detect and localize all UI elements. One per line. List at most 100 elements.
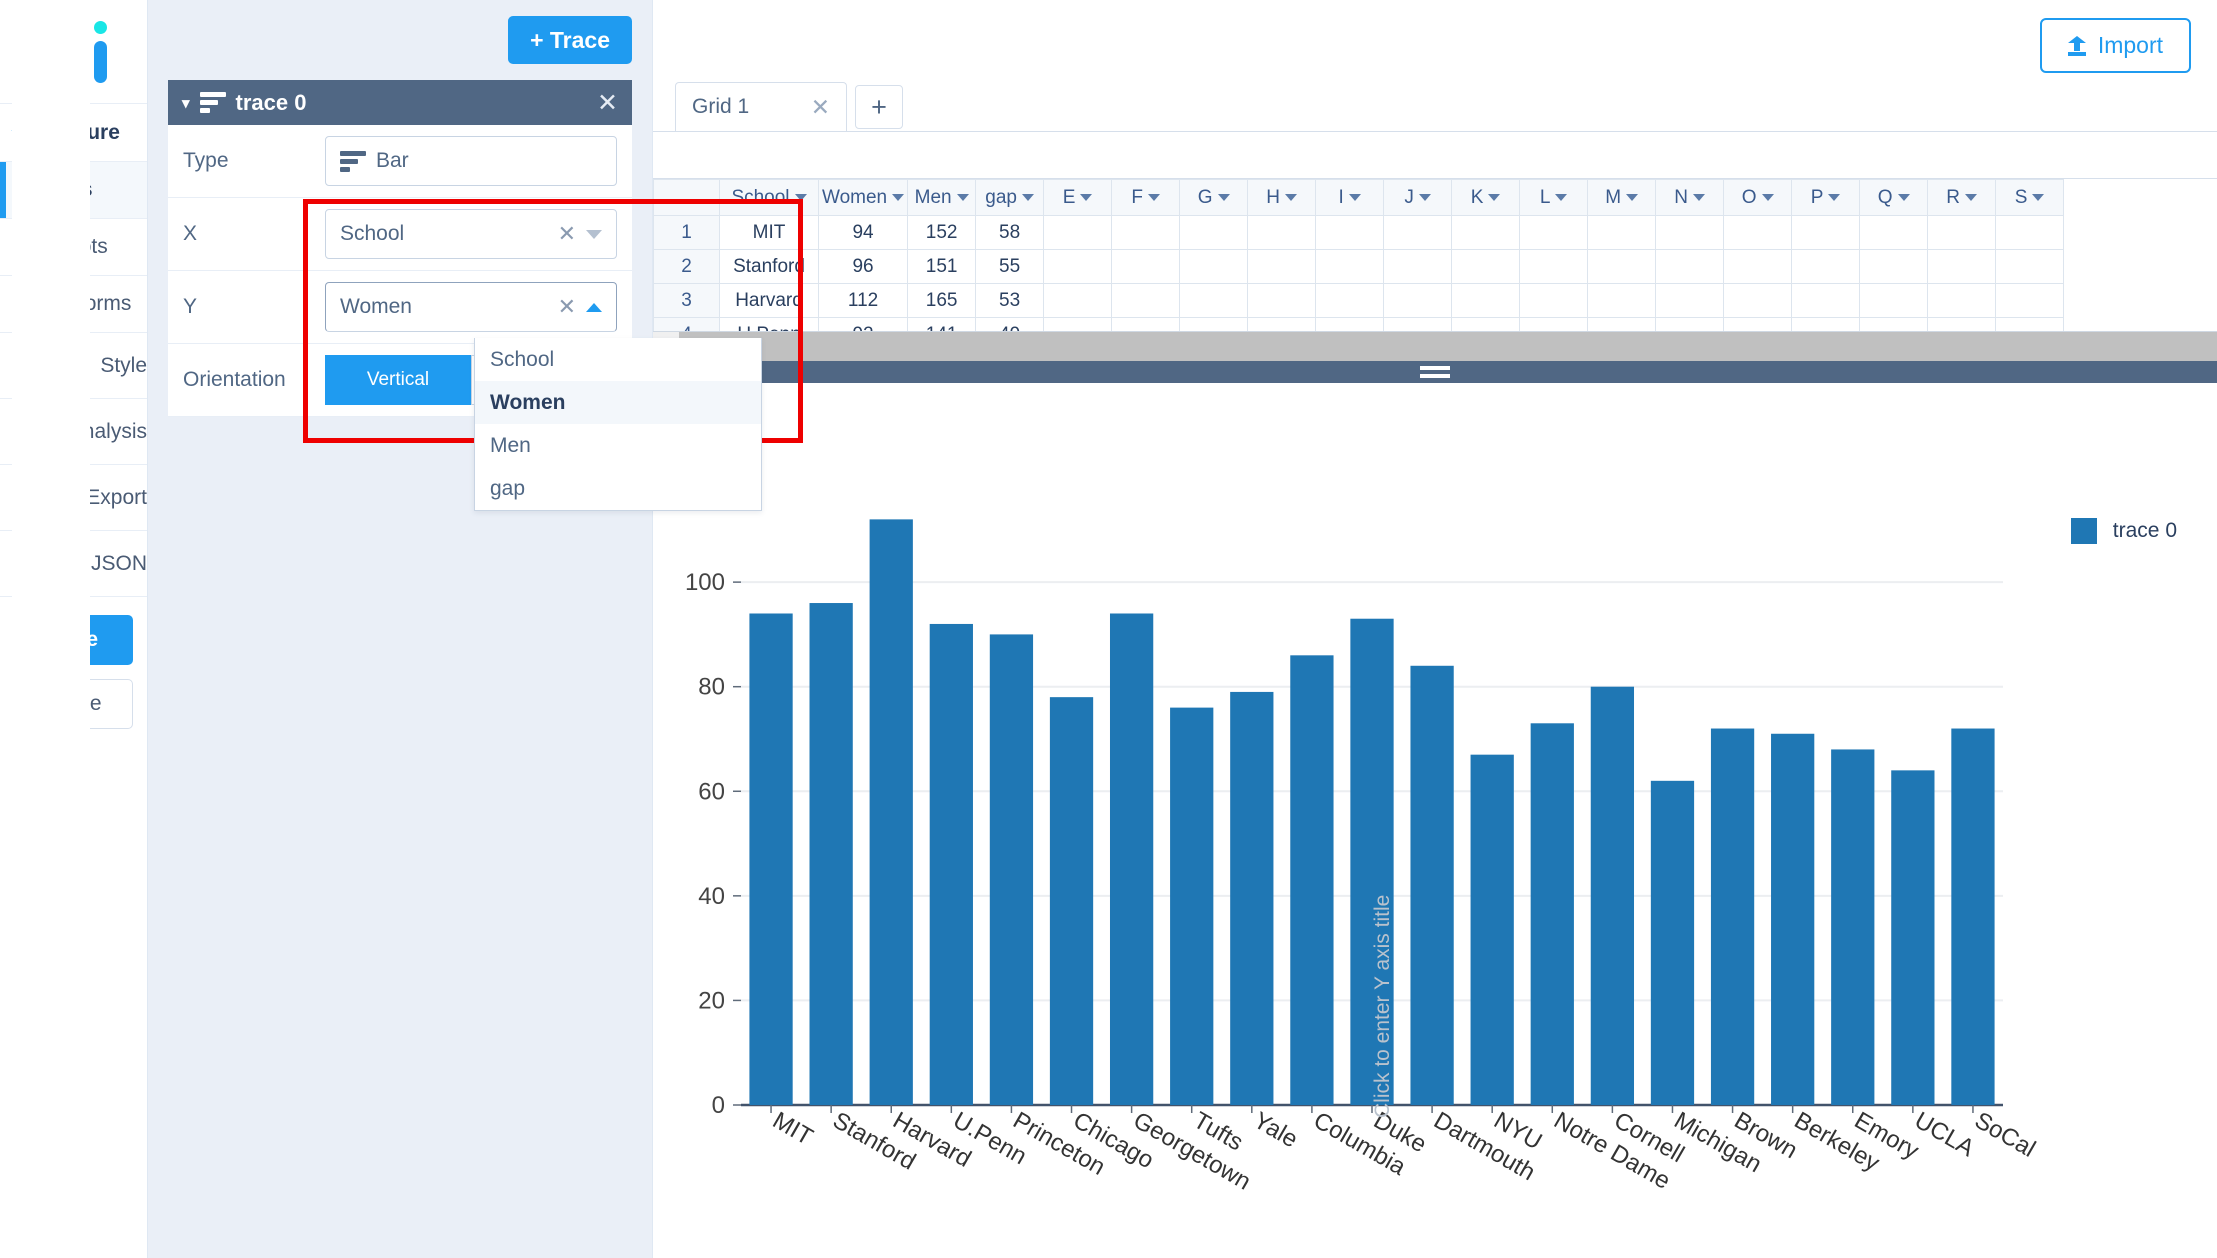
cell-empty[interactable]: [1655, 317, 1725, 331]
cell-empty[interactable]: [1111, 215, 1181, 250]
column-header-men[interactable]: Men: [907, 179, 977, 216]
table-row[interactable]: 2 Stanford 96 151 55: [653, 249, 2065, 284]
chevron-down-icon[interactable]: [1828, 194, 1841, 201]
column-header-school[interactable]: School: [719, 179, 819, 216]
cell-empty[interactable]: [1927, 317, 1997, 331]
chevron-down-icon[interactable]: [1964, 194, 1977, 201]
cell-empty[interactable]: [1995, 283, 2065, 318]
cell-empty[interactable]: [1859, 215, 1929, 250]
cell-empty[interactable]: [1723, 249, 1793, 284]
chevron-down-icon[interactable]: [1626, 194, 1639, 201]
y-dropdown-option-school[interactable]: School: [475, 338, 761, 381]
cell-empty[interactable]: [1995, 249, 2065, 284]
table-row[interactable]: 3 Harvard 112 165 53: [653, 283, 2065, 318]
chevron-down-icon[interactable]: [1488, 194, 1501, 201]
cell-empty[interactable]: [1519, 249, 1589, 284]
chevron-down-icon[interactable]: [1284, 194, 1297, 201]
column-header-g[interactable]: G: [1179, 179, 1249, 216]
cell-empty[interactable]: [1519, 317, 1589, 331]
add-trace-button[interactable]: + Trace: [508, 16, 632, 64]
cell-empty[interactable]: [1791, 283, 1861, 318]
cell-empty[interactable]: [1111, 283, 1181, 318]
y-axis-title[interactable]: Click to enter Y axis title: [1371, 895, 1395, 1118]
cell-men[interactable]: 141: [907, 317, 977, 331]
chevron-down-icon[interactable]: [1897, 194, 1910, 201]
cell-empty[interactable]: [1859, 249, 1929, 284]
column-header-l[interactable]: L: [1519, 179, 1589, 216]
cell-empty[interactable]: [1519, 215, 1589, 250]
chevron-down-icon[interactable]: [956, 194, 969, 201]
column-header-women[interactable]: Women: [817, 179, 909, 216]
orientation-option-vertical[interactable]: Vertical: [325, 355, 471, 405]
cell-school[interactable]: U.Penn: [719, 317, 819, 331]
cell-empty[interactable]: [1723, 283, 1793, 318]
chevron-down-icon[interactable]: ▾: [182, 94, 190, 112]
column-header-e[interactable]: E: [1043, 179, 1113, 216]
sidebar-group-json[interactable]: ❯ JSON: [0, 0, 147, 1193]
cell-empty[interactable]: [1179, 283, 1249, 318]
import-button[interactable]: Import: [2039, 18, 2191, 73]
cell-empty[interactable]: [1247, 283, 1317, 318]
cell-school[interactable]: Stanford: [719, 249, 819, 284]
cell-women[interactable]: 92: [817, 317, 909, 331]
grid-tab-grid-1[interactable]: Grid 1 ✕: [675, 82, 847, 131]
cell-empty[interactable]: [1315, 283, 1385, 318]
cell-empty[interactable]: [1179, 317, 1249, 331]
cell-women[interactable]: 94: [817, 215, 909, 250]
cell-gap[interactable]: 55: [975, 249, 1045, 284]
cell-empty[interactable]: [1247, 317, 1317, 331]
cell-empty[interactable]: [1315, 249, 1385, 284]
cell-gap[interactable]: 49: [975, 317, 1045, 331]
column-header-n[interactable]: N: [1655, 179, 1725, 216]
cell-empty[interactable]: [1043, 283, 1113, 318]
chevron-down-icon[interactable]: [1080, 194, 1093, 201]
y-dropdown-option-women[interactable]: Women: [475, 381, 761, 424]
chevron-down-icon[interactable]: [1555, 194, 1568, 201]
formula-bar[interactable]: [653, 131, 2217, 179]
column-header-r[interactable]: R: [1927, 179, 1997, 216]
cell-empty[interactable]: [1043, 215, 1113, 250]
cell-empty[interactable]: [1451, 317, 1521, 331]
cell-empty[interactable]: [1043, 317, 1113, 331]
chevron-down-icon[interactable]: [1021, 194, 1034, 201]
legend[interactable]: trace 0: [2070, 518, 2177, 544]
cell-empty[interactable]: [1383, 215, 1453, 250]
cell-empty[interactable]: [1723, 317, 1793, 331]
cell-empty[interactable]: [1859, 283, 1929, 318]
close-icon[interactable]: ✕: [811, 94, 830, 121]
cell-empty[interactable]: [1655, 283, 1725, 318]
column-header-o[interactable]: O: [1723, 179, 1793, 216]
cell-empty[interactable]: [1791, 249, 1861, 284]
y-select[interactable]: Women ✕: [325, 282, 617, 332]
table-row[interactable]: 4 U.Penn 92 141 49: [653, 317, 2065, 331]
chevron-down-icon[interactable]: [892, 194, 905, 201]
close-trace-icon[interactable]: ✕: [597, 88, 618, 118]
cell-empty[interactable]: [1519, 283, 1589, 318]
clear-x-icon[interactable]: ✕: [558, 221, 576, 247]
cell-school[interactable]: MIT: [719, 215, 819, 250]
cell-empty[interactable]: [1451, 249, 1521, 284]
cell-empty[interactable]: [1111, 249, 1181, 284]
panel-splitter[interactable]: [653, 361, 2217, 383]
cell-empty[interactable]: [1927, 215, 1997, 250]
cell-empty[interactable]: [1383, 317, 1453, 331]
column-header-f[interactable]: F: [1111, 179, 1181, 216]
column-header-m[interactable]: M: [1587, 179, 1657, 216]
chevron-down-icon[interactable]: [1147, 194, 1160, 201]
chevron-down-icon[interactable]: [1217, 194, 1230, 201]
cell-empty[interactable]: [1451, 283, 1521, 318]
cell-men[interactable]: 165: [907, 283, 977, 318]
type-select[interactable]: Bar: [325, 136, 617, 186]
cell-gap[interactable]: 53: [975, 283, 1045, 318]
clear-y-icon[interactable]: ✕: [558, 294, 576, 320]
column-header-j[interactable]: J: [1383, 179, 1453, 216]
cell-empty[interactable]: [1383, 249, 1453, 284]
cell-empty[interactable]: [1995, 215, 2065, 250]
chevron-down-icon[interactable]: [2032, 194, 2045, 201]
column-header-s[interactable]: S: [1995, 179, 2065, 216]
cell-empty[interactable]: [1587, 249, 1657, 284]
cell-empty[interactable]: [1451, 215, 1521, 250]
cell-empty[interactable]: [1247, 249, 1317, 284]
cell-empty[interactable]: [1927, 283, 1997, 318]
cell-empty[interactable]: [1859, 317, 1929, 331]
